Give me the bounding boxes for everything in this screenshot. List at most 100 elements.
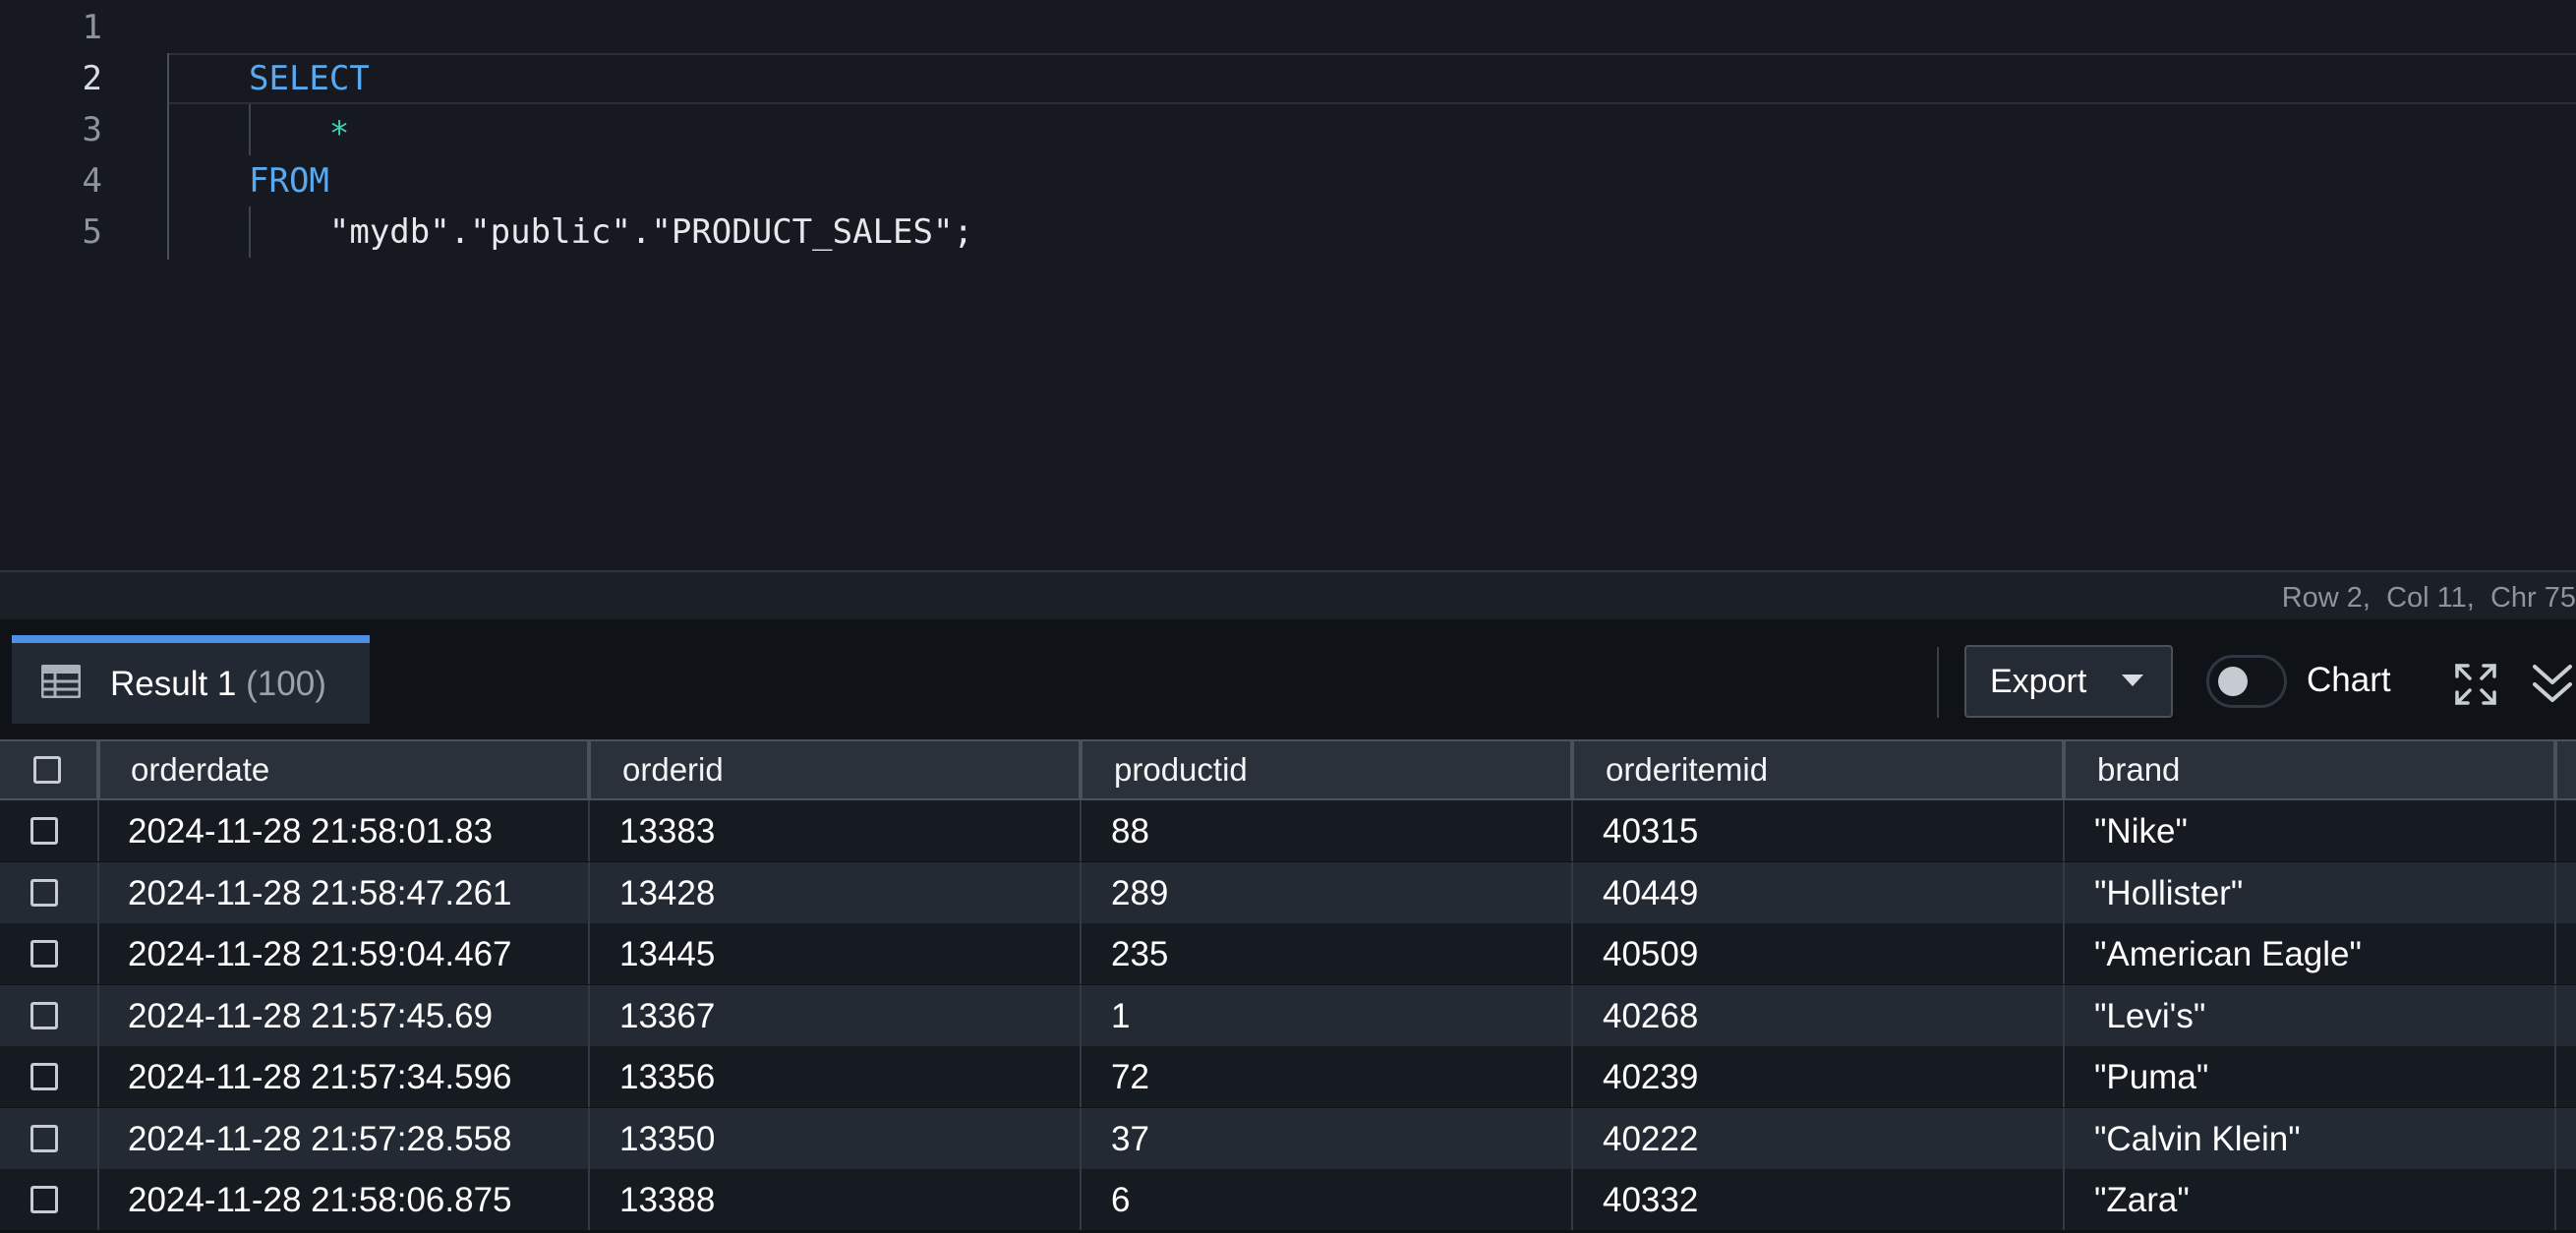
table-cell-orderid[interactable]: 13445 (619, 935, 715, 974)
table-cell-brand[interactable]: "Calvin Klein" (2094, 1120, 2301, 1159)
table-row[interactable]: 2024-11-28 21:58:47.261 13428 289 40449 "Hol… (0, 861, 2576, 923)
table-cell-brand[interactable]: "American Eagle" (2094, 935, 2362, 974)
cell-divider (1080, 1107, 1082, 1169)
code-keyword-from[interactable]: FROM (249, 155, 329, 206)
cell-divider (97, 923, 99, 984)
table-cell-orderitemid[interactable]: 40332 (1603, 1181, 1698, 1220)
table-row[interactable]: 2024-11-28 21:58:01.83 13383 88 40315 "Nike" (0, 800, 2576, 861)
tab-result-1[interactable]: Result 1 (100) (12, 635, 370, 724)
table-cell-brand[interactable]: "Zara" (2094, 1181, 2190, 1220)
cell-divider (1080, 861, 1082, 923)
row-checkbox[interactable] (30, 1186, 58, 1213)
table-cell-productid[interactable]: 289 (1111, 874, 1168, 913)
chart-toggle[interactable] (2206, 655, 2287, 708)
cell-divider (97, 1169, 99, 1230)
code-table-reference[interactable]: "mydb"."public"."PRODUCT_SALES"; (249, 206, 973, 258)
table-cell-orderdate[interactable]: 2024-11-28 21:57:28.558 (128, 1120, 512, 1159)
column-resizer[interactable] (1570, 741, 1574, 798)
cell-divider (2063, 800, 2065, 861)
table-header: orderdate orderid productid orderitemid … (0, 739, 2576, 800)
table-cell-orderdate[interactable]: 2024-11-28 21:58:01.83 (128, 812, 493, 851)
table-cell-orderdate[interactable]: 2024-11-28 21:59:04.467 (128, 935, 512, 974)
cell-divider (2063, 1107, 2065, 1169)
column-resizer[interactable] (587, 741, 591, 798)
cell-divider (97, 1107, 99, 1169)
row-checkbox[interactable] (30, 817, 58, 845)
table-row[interactable]: 2024-11-28 21:57:45.69 13367 1 40268 "Levi's… (0, 984, 2576, 1046)
cell-divider (588, 861, 590, 923)
table-cell-productid[interactable]: 235 (1111, 935, 1168, 974)
fullscreen-icon[interactable] (2454, 663, 2497, 706)
table-cell-brand[interactable]: "Nike" (2094, 812, 2188, 851)
table-cell-brand[interactable]: "Hollister" (2094, 874, 2243, 913)
column-header-brand[interactable]: brand (2097, 751, 2180, 789)
tab-title: Result 1 (110, 665, 237, 703)
row-checkbox[interactable] (30, 940, 58, 968)
cell-divider (2554, 1107, 2556, 1169)
row-checkbox[interactable] (30, 1124, 58, 1152)
table-row[interactable]: 2024-11-28 21:58:06.875 13388 6 40332 "Zara" (0, 1169, 2576, 1230)
table-cell-orderdate[interactable]: 2024-11-28 21:58:06.875 (128, 1181, 512, 1220)
table-cell-orderid[interactable]: 13350 (619, 1120, 715, 1159)
cell-divider (1571, 1169, 1573, 1230)
column-resizer[interactable] (2553, 741, 2557, 798)
export-button[interactable]: Export (1964, 645, 2173, 718)
cell-divider (97, 861, 99, 923)
table-cell-orderid[interactable]: 13356 (619, 1058, 715, 1097)
cell-divider (588, 1169, 590, 1230)
cell-divider (97, 800, 99, 861)
chevron-double-down-icon[interactable] (2529, 663, 2576, 706)
cell-divider (588, 1107, 590, 1169)
results-toolbar: Result 1 (100) Export Chart (0, 619, 2576, 739)
table-cell-productid[interactable]: 1 (1111, 997, 1130, 1036)
column-header-orderdate[interactable]: orderdate (131, 751, 269, 789)
table-cell-orderdate[interactable]: 2024-11-28 21:57:45.69 (128, 997, 493, 1036)
cell-divider (2554, 800, 2556, 861)
row-checkbox[interactable] (30, 1001, 58, 1029)
table-cell-orderitemid[interactable]: 40239 (1603, 1058, 1698, 1097)
table-cell-orderid[interactable]: 13428 (619, 874, 715, 913)
table-row[interactable]: 2024-11-28 21:57:34.596 13356 72 40239 "Puma… (0, 1046, 2576, 1107)
table-cell-orderitemid[interactable]: 40509 (1603, 935, 1698, 974)
code-select-star[interactable]: * (249, 108, 349, 159)
column-resizer[interactable] (2062, 741, 2066, 798)
table-row[interactable]: 2024-11-28 21:59:04.467 13445 235 40509 "Ame… (0, 923, 2576, 984)
table-icon (41, 665, 81, 698)
table-cell-orderitemid[interactable]: 40222 (1603, 1120, 1698, 1159)
column-resizer[interactable] (1079, 741, 1083, 798)
table-cell-orderid[interactable]: 13388 (619, 1181, 715, 1220)
cell-divider (1571, 1107, 1573, 1169)
cell-divider (1080, 984, 1082, 1046)
table-cell-productid[interactable]: 88 (1111, 812, 1149, 851)
toggle-knob (2218, 667, 2248, 696)
table-cell-orderdate[interactable]: 2024-11-28 21:58:47.261 (128, 874, 512, 913)
sql-editor[interactable]: 1 2 3 4 5 SELECT * FROM "mydb"."public".… (0, 0, 2576, 570)
result-count: (100) (246, 665, 326, 703)
column-header-orderid[interactable]: orderid (622, 751, 724, 789)
column-header-orderitemid[interactable]: orderitemid (1606, 751, 1768, 789)
row-checkbox[interactable] (30, 878, 58, 907)
column-header-productid[interactable]: productid (1114, 751, 1248, 789)
table-cell-productid[interactable]: 6 (1111, 1181, 1130, 1220)
table-cell-orderitemid[interactable]: 40315 (1603, 812, 1698, 851)
table-cell-orderdate[interactable]: 2024-11-28 21:57:34.596 (128, 1058, 512, 1097)
code-keyword-select[interactable]: SELECT (249, 53, 370, 104)
cell-divider (2554, 923, 2556, 984)
table-cell-orderitemid[interactable]: 40449 (1603, 874, 1698, 913)
cell-divider (1571, 1046, 1573, 1107)
line-number: 3 (82, 110, 102, 149)
row-checkbox[interactable] (30, 1063, 58, 1090)
cell-divider (588, 923, 590, 984)
table-cell-productid[interactable]: 37 (1111, 1120, 1149, 1159)
cell-divider (1571, 923, 1573, 984)
table-cell-orderitemid[interactable]: 40268 (1603, 997, 1698, 1036)
cell-divider (1571, 984, 1573, 1046)
column-resizer[interactable] (96, 741, 100, 798)
table-cell-orderid[interactable]: 13383 (619, 812, 715, 851)
table-cell-brand[interactable]: "Levi's" (2094, 997, 2205, 1036)
table-cell-brand[interactable]: "Puma" (2094, 1058, 2208, 1097)
table-cell-productid[interactable]: 72 (1111, 1058, 1149, 1097)
select-all-checkbox[interactable] (33, 756, 61, 784)
table-row[interactable]: 2024-11-28 21:57:28.558 13350 37 40222 "Calv… (0, 1107, 2576, 1169)
table-cell-orderid[interactable]: 13367 (619, 997, 715, 1036)
